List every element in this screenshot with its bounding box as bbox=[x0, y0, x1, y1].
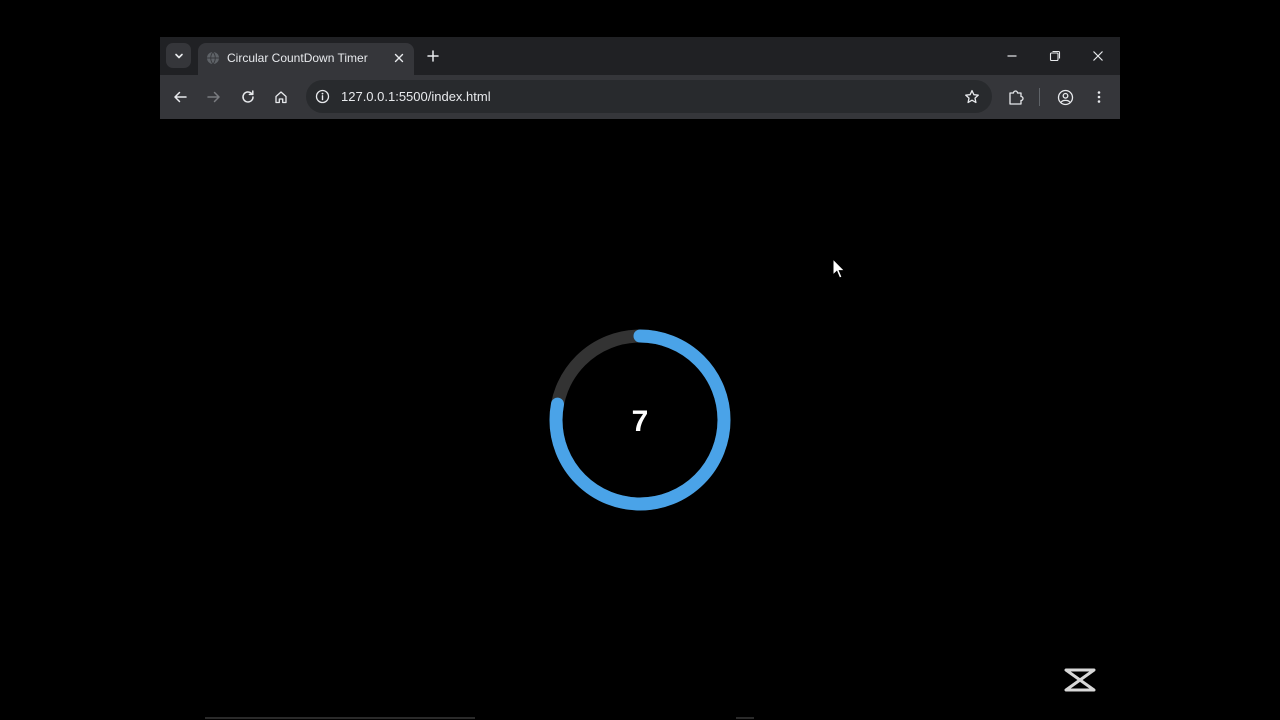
extensions-button[interactable] bbox=[1003, 84, 1029, 110]
bottom-bar-fragment bbox=[736, 717, 754, 719]
browser-window: Circular CountDown Timer 127.0.0.1:5500/… bbox=[160, 37, 1120, 119]
restore-button[interactable] bbox=[1040, 43, 1070, 69]
arrow-left-icon bbox=[174, 91, 187, 103]
reload-icon bbox=[242, 90, 254, 103]
address-bar[interactable]: 127.0.0.1:5500/index.html bbox=[306, 80, 992, 113]
tab-active[interactable]: Circular CountDown Timer bbox=[198, 43, 414, 75]
forward-button[interactable] bbox=[201, 84, 227, 110]
tab-close-button[interactable] bbox=[390, 49, 408, 67]
arrow-right-icon bbox=[207, 91, 220, 103]
mouse-cursor-icon bbox=[832, 258, 846, 279]
plus-icon bbox=[427, 50, 439, 62]
profile-button[interactable] bbox=[1052, 84, 1078, 110]
chevron-down-icon bbox=[174, 53, 183, 58]
menu-button[interactable] bbox=[1086, 84, 1112, 110]
bottom-bar-fragment bbox=[205, 717, 475, 719]
minimize-button[interactable] bbox=[997, 43, 1027, 69]
bookmark-button[interactable] bbox=[962, 87, 982, 107]
close-icon bbox=[1093, 51, 1103, 61]
site-info-button[interactable] bbox=[314, 88, 331, 105]
url-text: 127.0.0.1:5500/index.html bbox=[341, 89, 491, 104]
more-vertical-icon bbox=[1097, 91, 1101, 103]
close-icon bbox=[394, 53, 404, 63]
tab-search-button[interactable] bbox=[166, 43, 191, 68]
countdown-value: 7 bbox=[631, 405, 649, 438]
toolbar: 127.0.0.1:5500/index.html bbox=[160, 75, 1120, 119]
reload-button[interactable] bbox=[235, 84, 261, 110]
toolbar-separator bbox=[1039, 88, 1040, 106]
home-icon bbox=[275, 91, 287, 104]
tab-strip: Circular CountDown Timer bbox=[160, 37, 1120, 75]
account-circle-icon bbox=[1057, 89, 1073, 105]
globe-icon bbox=[207, 51, 219, 65]
new-tab-button[interactable] bbox=[423, 46, 443, 66]
restore-icon bbox=[1049, 50, 1061, 62]
capcut-logo-icon bbox=[1064, 668, 1096, 692]
minimize-icon bbox=[1007, 55, 1017, 57]
star-icon bbox=[965, 89, 979, 104]
close-window-button[interactable] bbox=[1083, 43, 1113, 69]
tab-title: Circular CountDown Timer bbox=[227, 51, 368, 65]
info-icon bbox=[315, 89, 330, 104]
back-button[interactable] bbox=[167, 84, 193, 110]
puzzle-icon bbox=[1009, 90, 1024, 105]
home-button[interactable] bbox=[268, 84, 294, 110]
